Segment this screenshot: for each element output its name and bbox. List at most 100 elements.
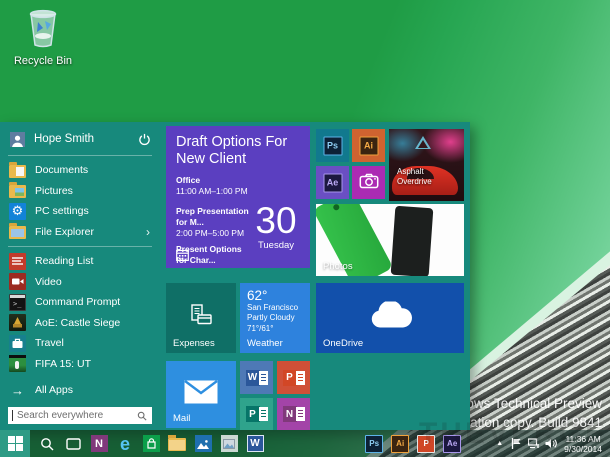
taskbar-photoshop-button[interactable]: Ps <box>361 430 387 457</box>
calendar-day-name: Tuesday <box>250 240 302 251</box>
store-icon <box>143 435 160 452</box>
taskbar-explorer-button[interactable] <box>164 430 190 457</box>
taskbar-photo-viewer-button[interactable] <box>216 430 242 457</box>
tile-onedrive[interactable]: OneDrive <box>316 283 464 353</box>
file-explorer-icon <box>9 223 26 240</box>
calendar-event1-name: Office <box>176 175 200 185</box>
tile-mail[interactable]: Mail <box>166 361 236 428</box>
tile-label: Expenses <box>173 338 215 349</box>
tile-asphalt-overdrive[interactable]: Asphalt Overdrive <box>389 129 464 201</box>
taskbar-search-button[interactable] <box>34 430 60 457</box>
sidebar-item-pc-settings[interactable]: ⚙ PC settings <box>8 201 152 222</box>
calendar-date-number: 30 <box>250 202 302 239</box>
weather-range: 71°/61° <box>247 324 303 334</box>
camera-icon <box>359 174 378 189</box>
start-menu: Hope Smith Documents Pictures ⚙ <box>0 122 470 430</box>
tray-action-center[interactable] <box>508 430 525 457</box>
taskbar-onenote-button[interactable]: N <box>86 430 112 457</box>
recycle-bin-icon[interactable]: Recycle Bin <box>10 8 76 67</box>
sidebar-item-travel[interactable]: Travel <box>8 333 152 354</box>
user-header: Hope Smith <box>8 127 152 151</box>
tile-label: Photos <box>323 261 353 272</box>
tile-expenses[interactable]: Expenses <box>166 283 236 353</box>
tile-onenote[interactable]: N <box>277 398 310 430</box>
calendar-event2-name: Prep Presentation for M... <box>176 206 249 227</box>
sidebar-item-command-prompt[interactable]: >_ Command Prompt <box>8 292 152 313</box>
tile-word[interactable]: W <box>240 361 273 394</box>
taskbar-ie-button[interactable]: e <box>112 430 138 457</box>
reading-list-icon <box>9 253 26 270</box>
tile-powerpoint[interactable]: P <box>277 361 310 394</box>
taskbar-word-button[interactable]: W <box>242 430 268 457</box>
neon-triangle-decor <box>415 136 431 149</box>
user-name: Hope Smith <box>34 133 136 145</box>
sidebar-item-fifa[interactable]: FIFA 15: UT <box>8 354 152 375</box>
watermark-line-1: dows Technical Preview <box>459 394 602 413</box>
tile-publisher[interactable]: P <box>240 398 273 430</box>
speaker-icon <box>545 438 557 449</box>
mail-envelope-icon <box>184 380 218 404</box>
sidebar-item-aoe-castle-siege[interactable]: AoE: Castle Siege <box>8 313 152 334</box>
tile-weather[interactable]: 62° San Francisco Partly Cloudy 71°/61° … <box>240 283 310 353</box>
chevron-right-icon[interactable]: › <box>146 225 152 239</box>
search-icon <box>40 437 54 451</box>
tile-camera[interactable] <box>352 166 385 199</box>
desktop: Recycle Bin dows Technical Preview uatio… <box>0 0 610 457</box>
onenote-icon: N <box>283 406 305 422</box>
separator <box>8 246 152 247</box>
start-button[interactable] <box>0 430 30 457</box>
illustrator-icon: Ai <box>359 136 378 155</box>
power-button[interactable] <box>136 131 152 147</box>
taskbar-clock[interactable]: 11:36 AM 9/30/2014 <box>559 434 610 454</box>
windows-logo-icon <box>8 436 23 451</box>
black-phone-image <box>391 206 434 276</box>
network-icon <box>528 438 540 449</box>
taskbar-illustrator-button[interactable]: Ai <box>387 430 413 457</box>
taskbar: N e W Ps <box>0 430 610 457</box>
tile-photoshop[interactable]: Ps <box>316 129 349 162</box>
sidebar-item-reading-list[interactable]: Reading List <box>8 251 152 272</box>
tray-network[interactable] <box>525 430 542 457</box>
video-camera-icon <box>9 273 26 290</box>
user-avatar[interactable] <box>10 132 25 147</box>
sidebar-item-file-explorer[interactable]: File Explorer › <box>8 222 152 243</box>
all-apps-button[interactable]: → All Apps <box>8 380 152 400</box>
calendar-event3-time: Tomorrow: 9:00 AM <box>176 266 249 268</box>
sidebar-item-documents[interactable]: Documents <box>8 160 152 181</box>
suitcase-icon <box>9 335 26 352</box>
tile-illustrator[interactable]: Ai <box>352 129 385 162</box>
search-box[interactable] <box>8 407 152 424</box>
caret-up-icon: ▲ <box>496 440 503 447</box>
arrow-right-icon: → <box>9 383 26 398</box>
tile-after-effects[interactable]: Ae <box>316 166 349 199</box>
power-icon <box>138 133 151 146</box>
search-input[interactable] <box>15 409 137 422</box>
sidebar-item-video[interactable]: Video <box>8 272 152 293</box>
onedrive-cloud-icon <box>368 302 412 329</box>
taskbar-store-button[interactable] <box>138 430 164 457</box>
tray-show-hidden-icons[interactable]: ▲ <box>491 430 508 457</box>
weather-condition: Partly Cloudy <box>247 313 303 323</box>
search-icon <box>137 411 147 421</box>
clock-time: 11:36 AM <box>564 434 602 444</box>
tile-calendar[interactable]: Draft Options For New Client Office 11:0… <box>166 126 310 268</box>
photoshop-icon: Ps <box>365 435 383 453</box>
illustrator-icon: Ai <box>391 435 409 453</box>
task-view-icon <box>66 438 81 450</box>
internet-explorer-icon: e <box>120 435 130 453</box>
taskbar-publisher-button[interactable]: P <box>413 430 439 457</box>
word-icon: W <box>247 435 264 452</box>
recycle-bin-glyph <box>24 8 62 48</box>
taskbar-photos-button[interactable] <box>190 430 216 457</box>
taskbar-after-effects-button[interactable]: Ae <box>439 430 465 457</box>
publisher-icon: P <box>246 406 268 422</box>
task-view-button[interactable] <box>60 430 86 457</box>
calendar-icon <box>176 249 189 261</box>
clock-date: 9/30/2014 <box>564 444 602 454</box>
build-watermark: dows Technical Preview uation copy. Buil… <box>459 394 602 432</box>
tile-area: Draft Options For New Client Office 11:0… <box>160 122 470 430</box>
sidebar-item-pictures[interactable]: Pictures <box>8 181 152 202</box>
photos-app-icon <box>195 435 212 452</box>
tile-photos[interactable]: Photos <box>316 204 464 276</box>
tray-volume[interactable] <box>542 430 559 457</box>
